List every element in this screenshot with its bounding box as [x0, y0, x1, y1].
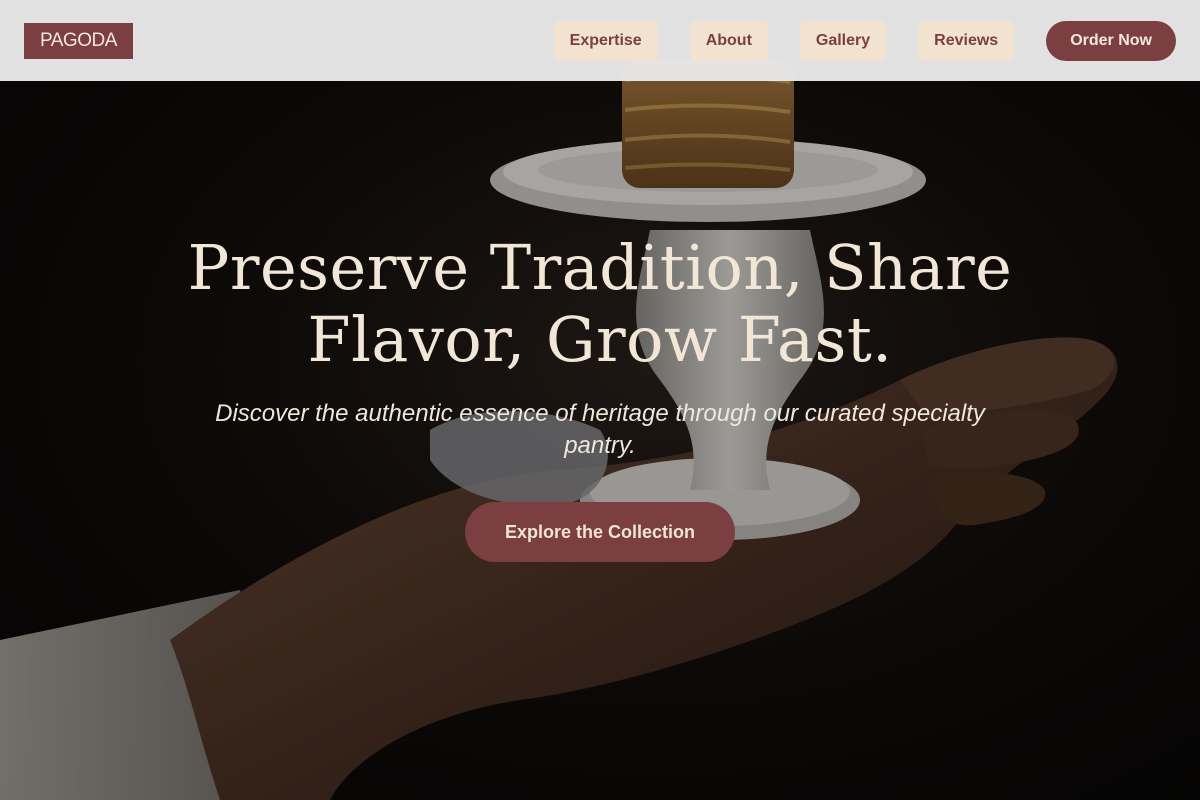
order-now-button[interactable]: Order Now [1046, 20, 1176, 61]
landing-page: PAGODA Expertise About Gallery Reviews O… [0, 0, 1200, 800]
nav-link-expertise[interactable]: Expertise [553, 20, 658, 61]
nav-link-gallery[interactable]: Gallery [799, 20, 887, 61]
brand-logo[interactable]: PAGODA [24, 22, 133, 59]
nav-link-about[interactable]: About [689, 20, 768, 61]
top-navbar: PAGODA Expertise About Gallery Reviews O… [0, 0, 1200, 81]
explore-collection-button[interactable]: Explore the Collection [465, 502, 735, 562]
nav-links: Expertise About Gallery Reviews [553, 20, 1015, 61]
nav-link-reviews[interactable]: Reviews [918, 20, 1015, 61]
hero-section: Preserve Tradition, Share Flavor, Grow F… [0, 232, 1200, 562]
hero-subheadline: Discover the authentic essence of herita… [215, 400, 985, 459]
hero-headline: Preserve Tradition, Share Flavor, Grow F… [187, 231, 1013, 376]
